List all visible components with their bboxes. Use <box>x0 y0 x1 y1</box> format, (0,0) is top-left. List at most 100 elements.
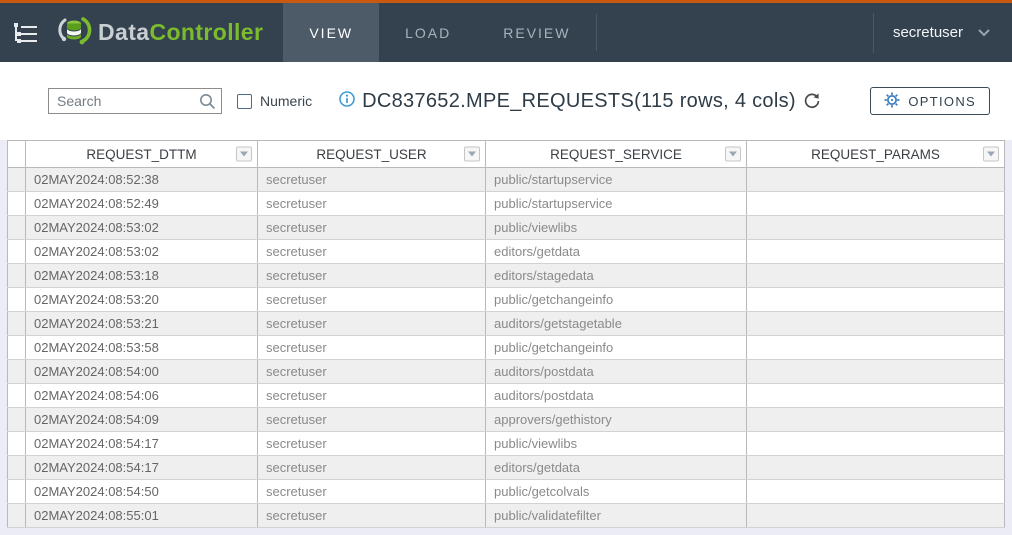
cell-request_dttm[interactable]: 02MAY2024:08:54:17 <box>26 456 258 480</box>
cell-request_params[interactable] <box>747 360 1005 384</box>
column-header-request_user[interactable]: REQUEST_USER <box>258 141 486 168</box>
cell-request_params[interactable] <box>747 480 1005 504</box>
cell-request_params[interactable] <box>747 216 1005 240</box>
cell-request_dttm[interactable]: 02MAY2024:08:53:18 <box>26 264 258 288</box>
row-number-cell[interactable] <box>8 264 26 288</box>
row-number-cell[interactable] <box>8 216 26 240</box>
cell-request_dttm[interactable]: 02MAY2024:08:53:02 <box>26 240 258 264</box>
cell-request_dttm[interactable]: 02MAY2024:08:52:38 <box>26 168 258 192</box>
table-row: 02MAY2024:08:53:02secretusereditors/getd… <box>8 240 1005 264</box>
cell-request_service[interactable]: editors/getdata <box>486 240 747 264</box>
cell-request_user[interactable]: secretuser <box>258 192 486 216</box>
row-number-cell[interactable] <box>8 456 26 480</box>
cell-request_user[interactable]: secretuser <box>258 360 486 384</box>
filter-icon[interactable] <box>983 147 999 162</box>
cell-request_user[interactable]: secretuser <box>258 288 486 312</box>
cell-request_dttm[interactable]: 02MAY2024:08:53:20 <box>26 288 258 312</box>
tab-view[interactable]: VIEW <box>283 3 379 62</box>
row-number-cell[interactable] <box>8 432 26 456</box>
cell-request_service[interactable]: editors/getdata <box>486 456 747 480</box>
table-row: 02MAY2024:08:53:02secretuserpublic/viewl… <box>8 216 1005 240</box>
numeric-filter: Numeric <box>237 93 312 109</box>
cell-request_dttm[interactable]: 02MAY2024:08:53:02 <box>26 216 258 240</box>
cell-request_dttm[interactable]: 02MAY2024:08:52:49 <box>26 192 258 216</box>
cell-request_dttm[interactable]: 02MAY2024:08:55:01 <box>26 504 258 528</box>
cell-request_user[interactable]: secretuser <box>258 312 486 336</box>
cell-request_user[interactable]: secretuser <box>258 240 486 264</box>
cell-request_service[interactable]: public/getcolvals <box>486 480 747 504</box>
info-icon[interactable] <box>339 91 355 112</box>
cell-request_dttm[interactable]: 02MAY2024:08:54:06 <box>26 384 258 408</box>
cell-request_params[interactable] <box>747 288 1005 312</box>
tab-load[interactable]: LOAD <box>379 3 477 62</box>
cell-request_params[interactable] <box>747 240 1005 264</box>
cell-request_service[interactable]: auditors/postdata <box>486 384 747 408</box>
cell-request_service[interactable]: editors/stagedata <box>486 264 747 288</box>
cell-request_dttm[interactable]: 02MAY2024:08:53:21 <box>26 312 258 336</box>
cell-request_user[interactable]: secretuser <box>258 216 486 240</box>
row-number-cell[interactable] <box>8 480 26 504</box>
cell-request_user[interactable]: secretuser <box>258 168 486 192</box>
cell-request_params[interactable] <box>747 312 1005 336</box>
cell-request_user[interactable]: secretuser <box>258 432 486 456</box>
row-number-cell[interactable] <box>8 408 26 432</box>
cell-request_user[interactable]: secretuser <box>258 480 486 504</box>
cell-request_params[interactable] <box>747 264 1005 288</box>
row-number-cell[interactable] <box>8 360 26 384</box>
cell-request_dttm[interactable]: 02MAY2024:08:54:17 <box>26 432 258 456</box>
row-number-cell[interactable] <box>8 312 26 336</box>
cell-request_service[interactable]: auditors/getstagetable <box>486 312 747 336</box>
cell-request_dttm[interactable]: 02MAY2024:08:54:09 <box>26 408 258 432</box>
cell-request_service[interactable]: public/validatefilter <box>486 504 747 528</box>
list-tree-icon[interactable] <box>13 21 39 45</box>
filter-icon[interactable] <box>236 147 252 162</box>
numeric-checkbox[interactable] <box>237 94 252 109</box>
row-number-cell[interactable] <box>8 192 26 216</box>
row-number-cell[interactable] <box>8 384 26 408</box>
tab-review[interactable]: REVIEW <box>477 3 596 62</box>
row-number-cell[interactable] <box>8 336 26 360</box>
search-input[interactable] <box>48 88 222 114</box>
column-header-request_params[interactable]: REQUEST_PARAMS <box>747 141 1005 168</box>
cell-request_service[interactable]: approvers/gethistory <box>486 408 747 432</box>
cell-request_dttm[interactable]: 02MAY2024:08:54:00 <box>26 360 258 384</box>
cell-request_params[interactable] <box>747 168 1005 192</box>
numeric-label: Numeric <box>260 93 312 109</box>
cell-request_service[interactable]: public/getchangeinfo <box>486 288 747 312</box>
cell-request_user[interactable]: secretuser <box>258 384 486 408</box>
cell-request_params[interactable] <box>747 456 1005 480</box>
column-header-request_dttm[interactable]: REQUEST_DTTM <box>26 141 258 168</box>
row-number-cell[interactable] <box>8 240 26 264</box>
column-header-request_service[interactable]: REQUEST_SERVICE <box>486 141 747 168</box>
cell-request_params[interactable] <box>747 192 1005 216</box>
row-number-cell[interactable] <box>8 168 26 192</box>
cell-request_dttm[interactable]: 02MAY2024:08:53:58 <box>26 336 258 360</box>
cell-request_user[interactable]: secretuser <box>258 504 486 528</box>
cell-request_params[interactable] <box>747 432 1005 456</box>
cell-request_dttm[interactable]: 02MAY2024:08:54:50 <box>26 480 258 504</box>
cell-request_params[interactable] <box>747 384 1005 408</box>
options-button[interactable]: OPTIONS <box>870 87 990 115</box>
cell-request_params[interactable] <box>747 504 1005 528</box>
row-number-cell[interactable] <box>8 288 26 312</box>
cell-request_params[interactable] <box>747 336 1005 360</box>
table-row: 02MAY2024:08:54:50secretuserpublic/getco… <box>8 480 1005 504</box>
cell-request_service[interactable]: public/startupservice <box>486 168 747 192</box>
cell-request_service[interactable]: public/viewlibs <box>486 432 747 456</box>
refresh-icon[interactable] <box>803 92 821 110</box>
cell-request_user[interactable]: secretuser <box>258 408 486 432</box>
user-menu[interactable]: secretuser <box>873 3 1012 62</box>
cell-request_user[interactable]: secretuser <box>258 456 486 480</box>
caret-down-icon <box>729 152 737 157</box>
cell-request_params[interactable] <box>747 408 1005 432</box>
cell-request_service[interactable]: public/viewlibs <box>486 216 747 240</box>
filter-icon[interactable] <box>725 147 741 162</box>
row-number-cell[interactable] <box>8 504 26 528</box>
datacontroller-logo[interactable]: DataController <box>56 3 263 62</box>
cell-request_user[interactable]: secretuser <box>258 264 486 288</box>
filter-icon[interactable] <box>464 147 480 162</box>
cell-request_service[interactable]: auditors/postdata <box>486 360 747 384</box>
cell-request_service[interactable]: public/startupservice <box>486 192 747 216</box>
cell-request_user[interactable]: secretuser <box>258 336 486 360</box>
cell-request_service[interactable]: public/getchangeinfo <box>486 336 747 360</box>
